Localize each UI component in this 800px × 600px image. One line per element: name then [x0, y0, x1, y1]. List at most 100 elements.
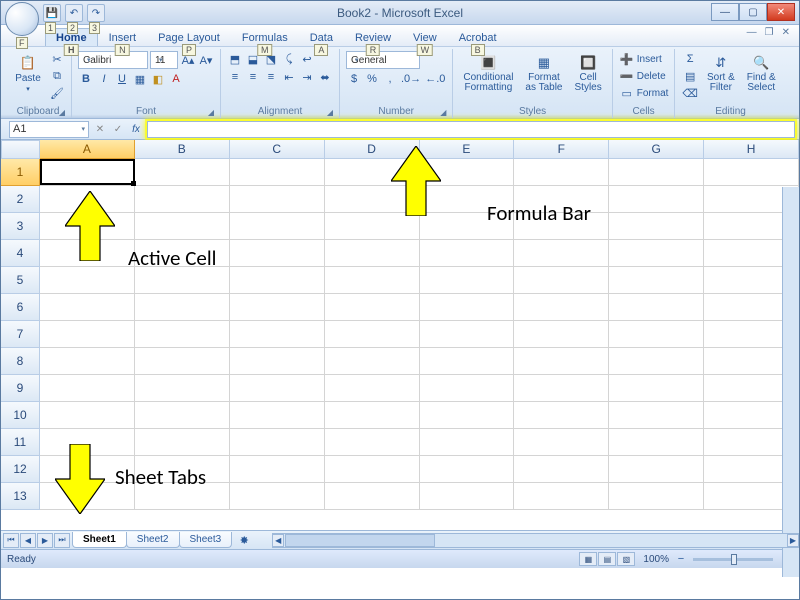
- delete-cells-icon[interactable]: ➖: [619, 68, 635, 84]
- number-format-combo[interactable]: General▾: [346, 51, 420, 69]
- column-header[interactable]: D: [325, 140, 420, 159]
- maximize-button[interactable]: ▢: [739, 3, 767, 21]
- clear-icon[interactable]: ⌫: [681, 85, 699, 101]
- zoom-slider[interactable]: [693, 558, 773, 561]
- wb-restore-icon[interactable]: ❐: [762, 27, 777, 38]
- currency-icon[interactable]: $: [346, 71, 362, 87]
- fill-icon[interactable]: ▤: [681, 68, 699, 84]
- tab-data[interactable]: DataA: [299, 28, 344, 46]
- cell[interactable]: [40, 402, 135, 429]
- cells-area[interactable]: [40, 159, 799, 530]
- column-header[interactable]: H: [704, 140, 799, 159]
- sheet-tab[interactable]: Sheet2: [126, 532, 180, 548]
- cell[interactable]: [420, 267, 515, 294]
- percent-icon[interactable]: %: [364, 71, 380, 87]
- cell[interactable]: [40, 456, 135, 483]
- cell[interactable]: [230, 429, 325, 456]
- row-header[interactable]: 6: [1, 294, 40, 321]
- row-header[interactable]: 11: [1, 429, 40, 456]
- cell[interactable]: [325, 483, 420, 510]
- cell[interactable]: [514, 213, 609, 240]
- cell[interactable]: [514, 429, 609, 456]
- dialog-launcher-icon[interactable]: ◢: [327, 108, 333, 117]
- paste-button[interactable]: 📋 Paste ▾: [11, 51, 45, 96]
- cell[interactable]: [230, 213, 325, 240]
- enter-formula-icon[interactable]: ✓: [109, 121, 127, 138]
- cell[interactable]: [420, 213, 515, 240]
- column-header[interactable]: F: [514, 140, 609, 159]
- format-painter-icon[interactable]: 🖌: [49, 85, 65, 101]
- cell[interactable]: [609, 321, 704, 348]
- row-header[interactable]: 5: [1, 267, 40, 294]
- increase-decimal-icon[interactable]: .0→: [400, 71, 422, 87]
- align-left-icon[interactable]: ≡: [227, 69, 243, 85]
- cell[interactable]: [40, 429, 135, 456]
- insert-function-icon[interactable]: fx: [127, 121, 145, 138]
- format-cells-icon[interactable]: ▭: [619, 85, 635, 101]
- cell[interactable]: [420, 186, 515, 213]
- cell[interactable]: [420, 429, 515, 456]
- format-as-table-button[interactable]: ▦Format as Table: [521, 51, 566, 96]
- dialog-launcher-icon[interactable]: ◢: [208, 108, 214, 117]
- tab-acrobat[interactable]: AcrobatB: [448, 28, 508, 46]
- tab-scroll-first-icon[interactable]: ⏮: [3, 533, 19, 548]
- cell[interactable]: [230, 294, 325, 321]
- cell[interactable]: [40, 267, 135, 294]
- cell[interactable]: [514, 240, 609, 267]
- cell[interactable]: [230, 402, 325, 429]
- cell[interactable]: [609, 294, 704, 321]
- tab-scroll-last-icon[interactable]: ⏭: [54, 533, 70, 548]
- view-normal-icon[interactable]: ▦: [579, 552, 597, 566]
- cell[interactable]: [609, 456, 704, 483]
- cell[interactable]: [514, 267, 609, 294]
- cell[interactable]: [135, 240, 230, 267]
- cell[interactable]: [135, 429, 230, 456]
- cell[interactable]: [420, 483, 515, 510]
- sort-filter-button[interactable]: ⇵Sort & Filter: [703, 51, 739, 96]
- cell[interactable]: [609, 483, 704, 510]
- tab-formulas[interactable]: FormulasM: [231, 28, 299, 46]
- cell[interactable]: [514, 348, 609, 375]
- view-page-break-icon[interactable]: ▧: [617, 552, 635, 566]
- row-header[interactable]: 1: [1, 159, 40, 186]
- cut-icon[interactable]: ✂: [49, 51, 65, 67]
- increase-indent-icon[interactable]: ⇥: [299, 69, 315, 85]
- cell[interactable]: [325, 159, 420, 186]
- scroll-right-icon[interactable]: ▶: [787, 534, 799, 547]
- dialog-launcher-icon[interactable]: ◢: [440, 108, 446, 117]
- bold-button[interactable]: B: [78, 71, 94, 87]
- decrease-decimal-icon[interactable]: ←.0: [424, 71, 446, 87]
- formula-bar[interactable]: [147, 121, 795, 138]
- cell[interactable]: [609, 159, 704, 186]
- cell[interactable]: [40, 321, 135, 348]
- cell[interactable]: [40, 186, 135, 213]
- underline-button[interactable]: U: [114, 71, 130, 87]
- borders-icon[interactable]: ▦: [132, 71, 148, 87]
- cell[interactable]: [514, 375, 609, 402]
- cell[interactable]: [230, 240, 325, 267]
- italic-button[interactable]: I: [96, 71, 112, 87]
- cell[interactable]: [609, 348, 704, 375]
- select-all-button[interactable]: [1, 140, 40, 159]
- copy-icon[interactable]: ⧉: [49, 68, 65, 84]
- cell[interactable]: [325, 456, 420, 483]
- cell[interactable]: [325, 240, 420, 267]
- cell[interactable]: [420, 321, 515, 348]
- wb-close-icon[interactable]: ✕: [779, 27, 793, 38]
- shrink-font-icon[interactable]: A▾: [198, 52, 214, 68]
- cell[interactable]: [230, 159, 325, 186]
- column-header[interactable]: C: [230, 140, 325, 159]
- qat-save-icon[interactable]: 💾: [43, 4, 61, 22]
- cell[interactable]: [325, 321, 420, 348]
- cell[interactable]: [609, 267, 704, 294]
- autosum-icon[interactable]: Σ: [681, 51, 699, 67]
- column-header[interactable]: B: [135, 140, 230, 159]
- minimize-button[interactable]: —: [711, 3, 739, 21]
- cell[interactable]: [609, 240, 704, 267]
- vertical-scrollbar[interactable]: [782, 187, 799, 577]
- cell[interactable]: [135, 483, 230, 510]
- tab-page-layout[interactable]: Page LayoutP: [147, 28, 231, 46]
- scroll-left-icon[interactable]: ◀: [272, 534, 284, 547]
- close-button[interactable]: ✕: [767, 3, 795, 21]
- cell[interactable]: [609, 375, 704, 402]
